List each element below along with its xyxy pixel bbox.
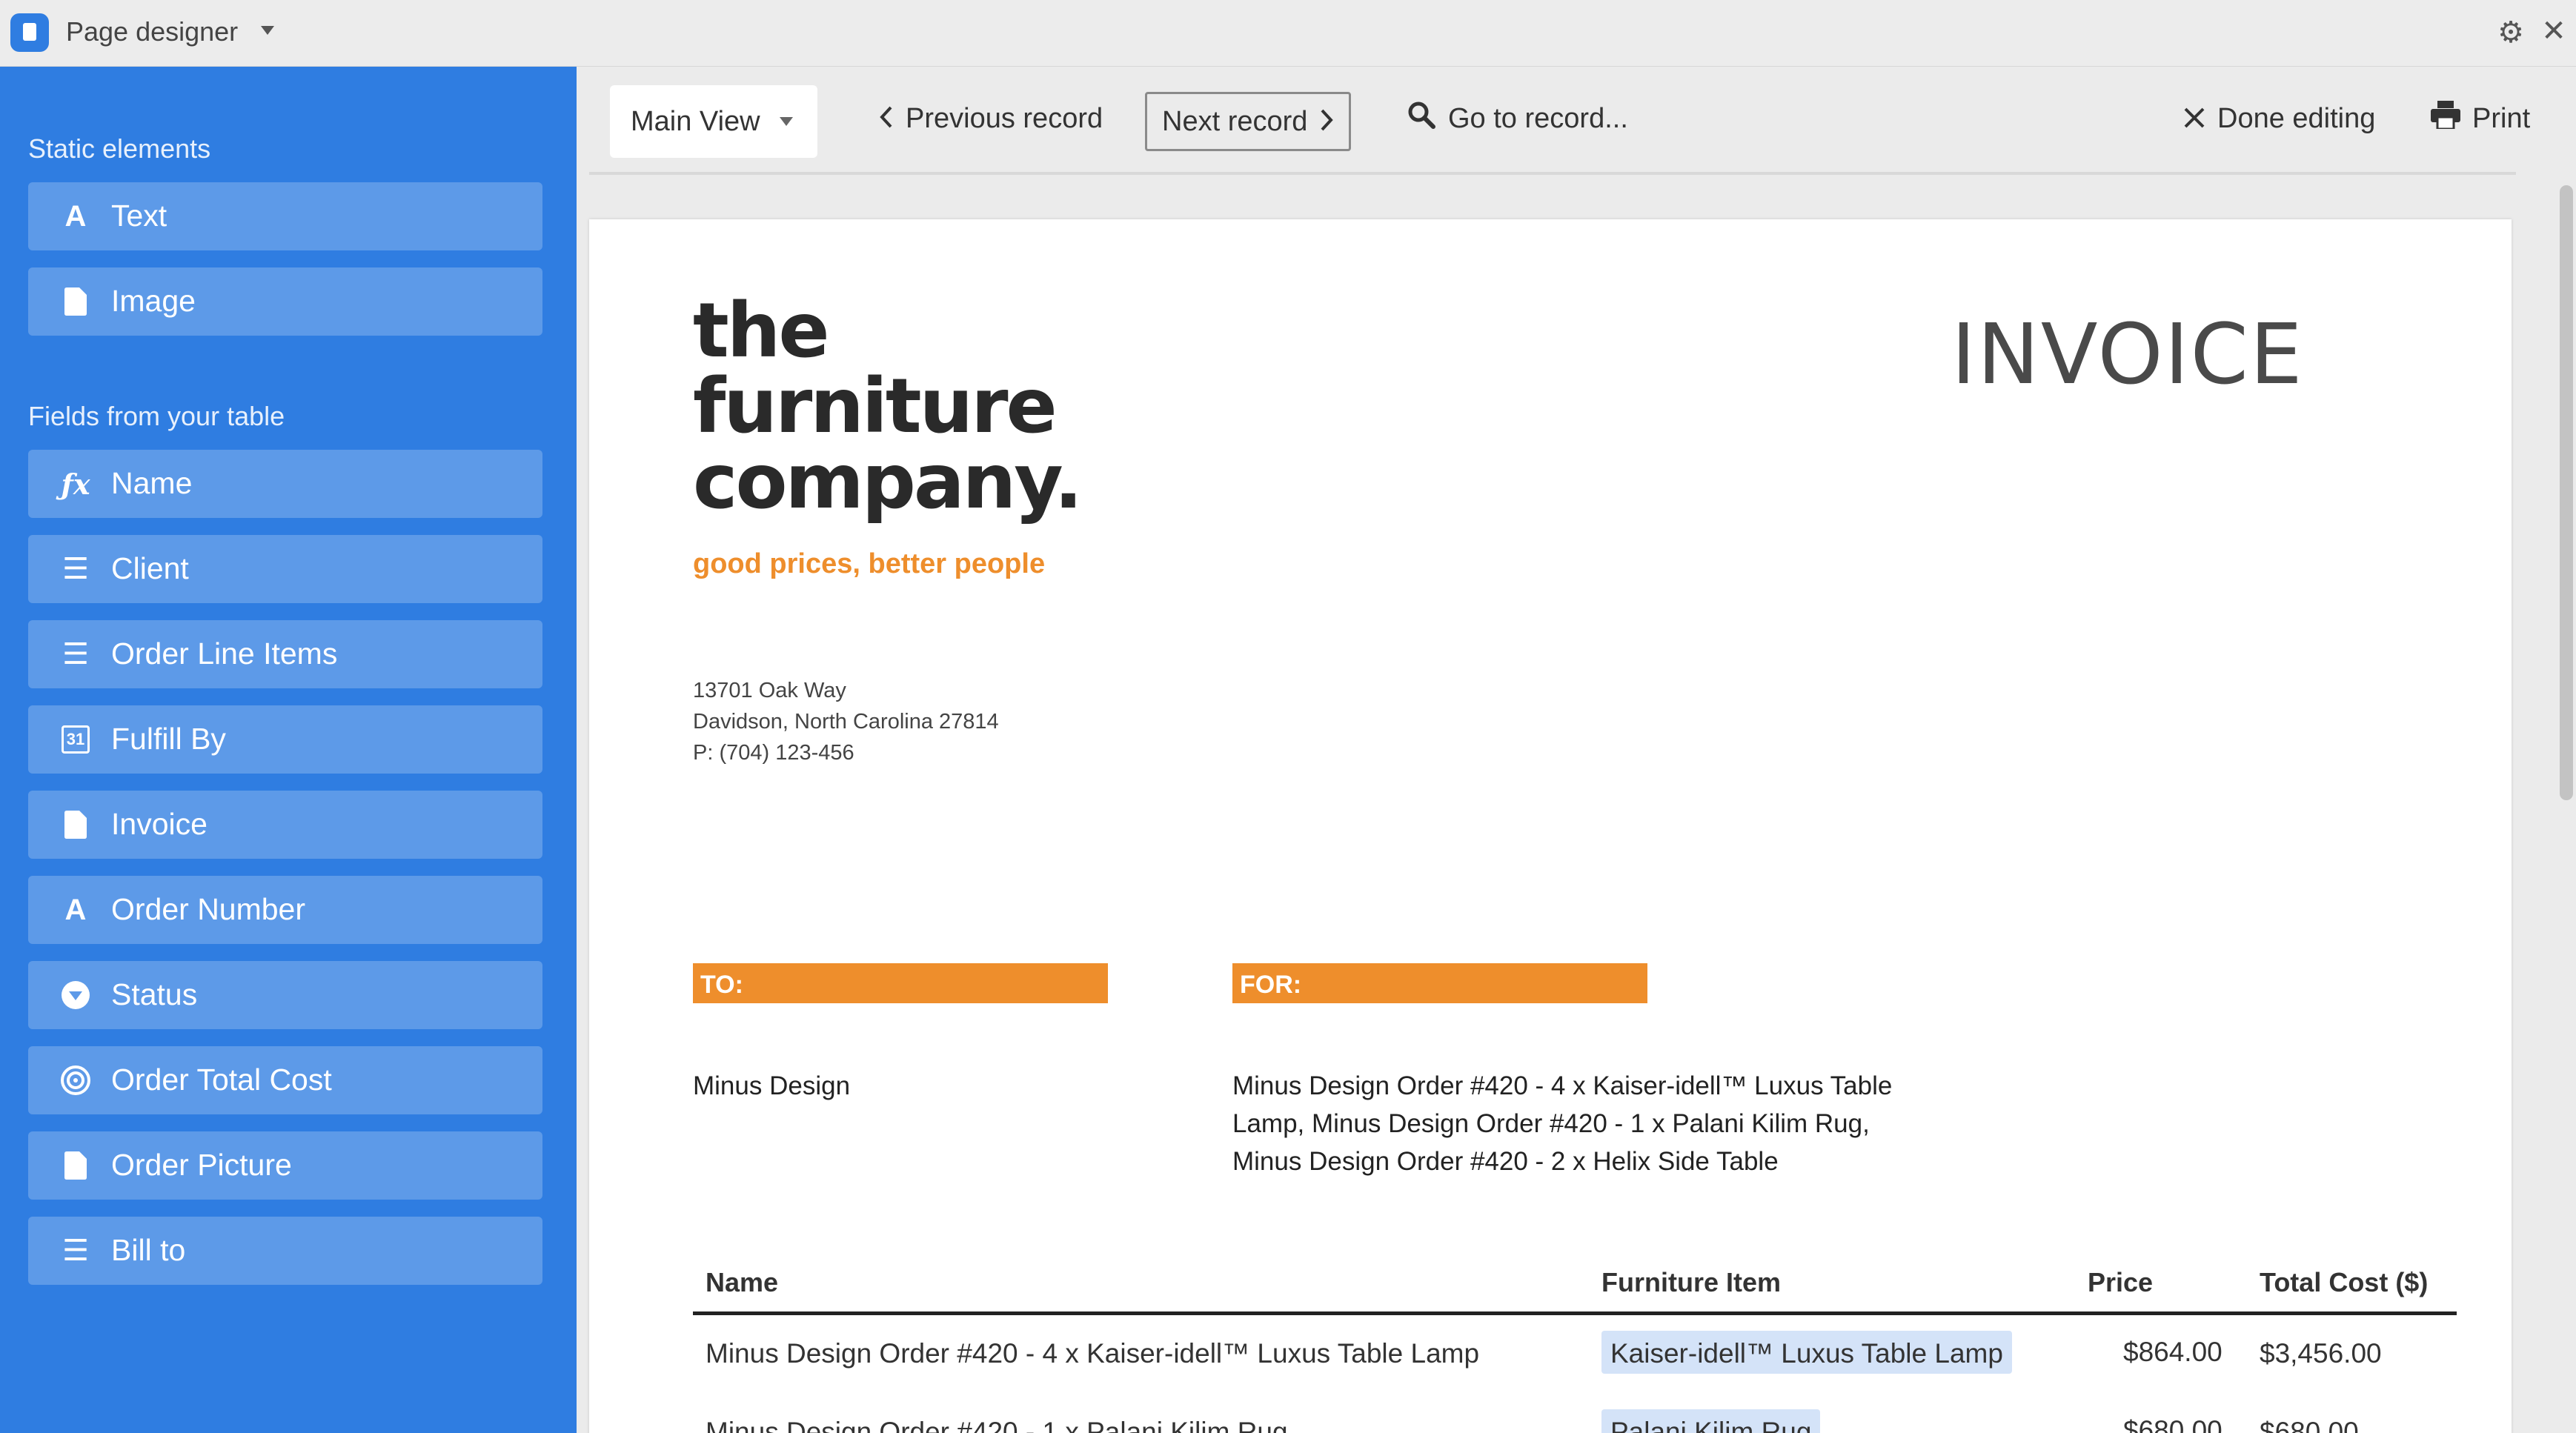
order-line-items-field[interactable]: Lamp, Minus Design Order #420 - 1 x Pala… <box>1232 1109 1870 1139</box>
furniture-item-chip[interactable]: Palani Kilim Rug <box>1601 1409 1821 1433</box>
done-editing-label: Done editing <box>2217 102 2376 134</box>
invoice-page: the furniture company. good prices, bett… <box>589 219 2512 1433</box>
order-line-items-field[interactable]: Minus Design Order #420 - 2 x Helix Side… <box>1232 1147 1779 1177</box>
address-line[interactable]: Davidson, North Carolina 27814 <box>693 710 999 734</box>
for-label: FOR: <box>1240 971 1302 999</box>
logo-line: the <box>693 287 830 375</box>
sidebar-item-label: Order Picture <box>111 1148 292 1182</box>
address-line[interactable]: 13701 Oak Way <box>693 679 846 703</box>
close-icon <box>2183 101 2205 136</box>
table-cell-price: $864.00 <box>2123 1337 2223 1367</box>
sidebar-item-label: Invoice <box>111 807 208 841</box>
gear-icon[interactable]: ⚙ <box>2494 16 2527 49</box>
sidebar-item-client[interactable]: ☰ Client <box>28 535 542 603</box>
linked-record-icon: ☰ <box>62 638 89 671</box>
chevron-down-icon[interactable] <box>780 117 793 126</box>
sidebar-item-label: Client <box>111 551 189 585</box>
invoice-title[interactable]: INVOICE <box>1951 307 2304 403</box>
toolbar: Main View Previous record Next record Go… <box>577 67 2576 175</box>
title-bar: Page designer ⚙ ✕ <box>0 0 2576 67</box>
calendar-icon: 31 <box>62 725 90 754</box>
previous-record-button[interactable]: Previous record <box>867 90 1103 147</box>
chevron-left-icon <box>879 101 894 136</box>
rollup-icon <box>59 1064 92 1097</box>
next-record-label: Next record <box>1162 105 1308 137</box>
sidebar-item-order-line-items[interactable]: ☰ Order Line Items <box>28 620 542 688</box>
sidebar-item-order-number[interactable]: A Order Number <box>28 876 542 944</box>
sidebar-item-label: Order Number <box>111 892 306 926</box>
column-header-furniture-item: Furniture Item <box>1601 1267 1782 1297</box>
view-selector-label: Main View <box>631 106 760 137</box>
column-header-total-cost: Total Cost ($) <box>2260 1267 2429 1297</box>
address-line[interactable]: P: (704) 123-456 <box>693 741 854 765</box>
attachment-icon <box>59 808 92 841</box>
sidebar-item-fulfill-by[interactable]: 31 Fulfill By <box>28 705 542 774</box>
text-icon: A <box>64 199 87 233</box>
linked-record-icon: ☰ <box>62 553 89 585</box>
app-icon <box>10 13 49 52</box>
close-icon[interactable]: ✕ <box>2537 15 2570 47</box>
document-canvas: the furniture company. good prices, bett… <box>577 175 2551 1433</box>
print-label: Print <box>2472 102 2531 134</box>
table-cell-name: Minus Design Order #420 - 4 x Kaiser-ide… <box>706 1338 1480 1369</box>
company-logo[interactable]: the furniture company. <box>693 287 1083 526</box>
print-button[interactable]: Print <box>2419 90 2530 147</box>
sidebar-item-name[interactable]: ƒx Name <box>28 450 542 518</box>
furniture-item-chip[interactable]: Kaiser-idell™ Luxus Table Lamp <box>1601 1331 2012 1374</box>
vertical-scrollbar[interactable] <box>2560 185 2573 800</box>
sidebar-item-text[interactable]: A Text <box>28 182 542 250</box>
image-file-icon <box>59 285 92 318</box>
done-editing-button[interactable]: Done editing <box>2171 90 2375 147</box>
sidebar-item-label: Text <box>111 199 167 233</box>
app-title[interactable]: Page designer <box>66 16 238 47</box>
printer-icon <box>2431 101 2460 136</box>
sidebar: Static elements A Text Image Fields from… <box>0 67 577 1433</box>
table-cell-price: $680.00 <box>2123 1415 2223 1433</box>
search-icon <box>1407 100 1436 137</box>
previous-record-label: Previous record <box>906 102 1103 134</box>
lookup-icon: ☰ <box>62 1234 89 1267</box>
sidebar-item-label: Bill to <box>111 1233 186 1267</box>
go-to-record-button[interactable]: Go to record... <box>1407 90 1628 147</box>
table-cell-total: $680.00 <box>2260 1417 2359 1433</box>
sidebar-item-order-total-cost[interactable]: Order Total Cost <box>28 1046 542 1114</box>
column-header-price: Price <box>2088 1267 2154 1297</box>
sidebar-item-invoice[interactable]: Invoice <box>28 791 542 859</box>
fields-heading: Fields from your table <box>28 401 285 431</box>
sidebar-item-bill-to[interactable]: ☰ Bill to <box>28 1217 542 1285</box>
table-cell-name: Minus Design Order #420 - 1 x Palani Kil… <box>706 1417 1288 1433</box>
sidebar-item-image[interactable]: Image <box>28 267 542 336</box>
table-header-divider <box>693 1311 2457 1315</box>
sidebar-item-label: Order Line Items <box>111 636 338 671</box>
logo-line: company. <box>693 438 1083 526</box>
attachment-icon <box>59 1149 92 1182</box>
sidebar-item-label: Name <box>111 466 193 500</box>
text-icon: A <box>64 893 87 926</box>
to-label-bar[interactable]: TO: <box>693 963 1108 1003</box>
sidebar-item-label: Status <box>111 977 198 1011</box>
formula-icon: ƒx <box>61 467 90 501</box>
sidebar-item-status[interactable]: Status <box>28 961 542 1029</box>
client-field[interactable]: Minus Design <box>693 1071 850 1101</box>
sidebar-item-label: Image <box>111 284 196 318</box>
next-record-button[interactable]: Next record <box>1145 92 1352 151</box>
static-elements-heading: Static elements <box>28 133 211 164</box>
chevron-down-icon[interactable] <box>261 26 274 35</box>
sidebar-item-order-picture[interactable]: Order Picture <box>28 1131 542 1200</box>
company-tagline[interactable]: good prices, better people <box>693 548 1045 580</box>
for-label-bar[interactable]: FOR: <box>1232 963 1647 1003</box>
single-select-icon <box>59 979 92 1011</box>
sidebar-item-label: Order Total Cost <box>111 1063 332 1097</box>
order-line-items-field[interactable]: Minus Design Order #420 - 4 x Kaiser-ide… <box>1232 1071 1892 1101</box>
chevron-right-icon <box>1319 104 1334 139</box>
column-header-name: Name <box>706 1267 779 1297</box>
table-cell-total: $3,456.00 <box>2260 1338 2382 1369</box>
go-to-record-label: Go to record... <box>1448 102 1628 134</box>
logo-line: furniture <box>693 362 1058 450</box>
sidebar-item-label: Fulfill By <box>111 722 226 756</box>
to-label: TO: <box>700 971 743 999</box>
